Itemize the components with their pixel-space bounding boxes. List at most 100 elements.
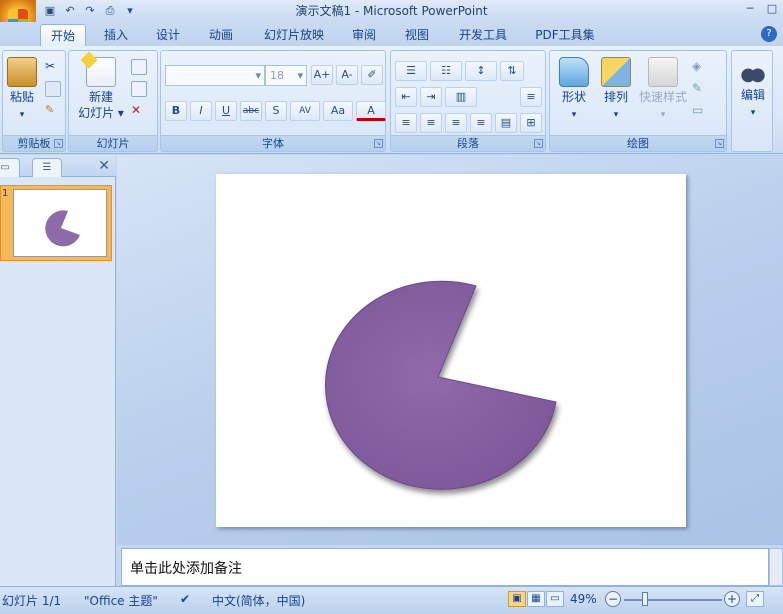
notes-placeholder[interactable]: 单击此处添加备注 xyxy=(130,558,242,578)
shape-fill-icon[interactable]: ◈ xyxy=(692,59,708,75)
slide-thumbnail-selected[interactable]: 1 xyxy=(0,185,112,261)
new-slide-label-1: 新建 xyxy=(88,90,113,104)
group-clipboard: 粘贴 ▾ ✂ ✎ 剪贴板 ↘ xyxy=(2,50,66,152)
notes-pane[interactable]: 单击此处添加备注 xyxy=(121,548,769,586)
theme-status: "Office 主题" xyxy=(84,594,158,608)
smartart-icon[interactable]: ⊞ xyxy=(520,113,542,133)
zoom-slider-thumb[interactable] xyxy=(642,592,648,606)
line-spacing-icon[interactable]: ↕ xyxy=(465,61,497,81)
zoom-level[interactable]: 49% xyxy=(570,592,597,606)
align-center-icon[interactable]: ≡ xyxy=(420,113,442,133)
drawing-launcher-icon[interactable]: ↘ xyxy=(715,139,724,148)
quick-styles-label: 快速样式 xyxy=(638,90,687,104)
group-drawing: 形状 ▾ 排列 ▾ 快速样式 ▾ ◈ ✎ ▭ 绘图 ↘ xyxy=(549,50,727,152)
normal-view-icon[interactable]: ▣ xyxy=(508,591,526,607)
increase-indent-icon[interactable]: ⇥ xyxy=(420,87,442,107)
slide-sorter-icon[interactable]: ▦ xyxy=(527,591,545,607)
tab-animation[interactable]: 动画 xyxy=(203,24,239,46)
clipboard-launcher-icon[interactable]: ↘ xyxy=(54,139,63,148)
justify-icon[interactable]: ≡ xyxy=(470,113,492,133)
tab-review[interactable]: 审阅 xyxy=(346,24,382,46)
bullets-icon[interactable]: ☰ xyxy=(395,61,427,81)
group-font: ▾ 18 ▾ A+ A- ✐ B I U abc S AV Aa A 字体 ↘ xyxy=(160,50,386,152)
paste-button[interactable]: 粘贴 ▾ xyxy=(5,57,39,123)
underline-icon[interactable]: U xyxy=(215,101,237,121)
italic-icon[interactable]: I xyxy=(190,101,212,121)
tab-slideshow[interactable]: 幻灯片放映 xyxy=(258,24,330,46)
tab-pdf-tools[interactable]: PDF工具集 xyxy=(530,24,600,46)
shrink-font-icon[interactable]: A- xyxy=(336,65,358,85)
paragraph-group-label: 段落 xyxy=(391,135,545,151)
edit-button[interactable]: 编辑 ▾ xyxy=(734,57,772,121)
shadow-icon[interactable]: S xyxy=(265,101,287,121)
tab-outline[interactable]: ☰ xyxy=(32,158,62,177)
layout-icon[interactable] xyxy=(131,59,147,75)
paragraph-launcher-icon[interactable]: ↘ xyxy=(534,139,543,148)
indent-row: ⇤ ⇥ ▥ ≡ xyxy=(395,87,542,107)
tab-home[interactable]: 开始 xyxy=(40,24,86,46)
zoom-slider-track[interactable] xyxy=(624,599,722,601)
arrange-icon xyxy=(601,57,631,87)
change-case-icon[interactable]: Aa xyxy=(323,101,353,121)
slide-count-status: 幻灯片 1/1 xyxy=(2,594,62,608)
slide-editing-area xyxy=(117,155,783,545)
zoom-in-icon[interactable]: + xyxy=(724,591,740,607)
maximize-icon[interactable]: □ xyxy=(761,0,783,18)
group-edit: 编辑 ▾ xyxy=(731,50,773,152)
new-slide-button[interactable]: 新建 幻灯片 ▾ xyxy=(75,51,127,121)
cut-icon[interactable]: ✂ xyxy=(45,59,61,75)
decrease-indent-icon[interactable]: ⇤ xyxy=(395,87,417,107)
panel-tabs: ▭ ☰ ✕ xyxy=(0,155,116,177)
shape-effects-icon[interactable]: ▭ xyxy=(692,103,708,119)
slideshow-view-icon[interactable]: ▭ xyxy=(546,591,564,607)
slides-group-label: 幻灯片 xyxy=(69,135,157,151)
clipboard-icon xyxy=(7,57,37,87)
columns-icon[interactable]: ▥ xyxy=(445,87,477,107)
window-title: 演示文稿1 - Microsoft PowerPoint xyxy=(295,4,488,18)
tab-insert[interactable]: 插入 xyxy=(98,24,134,46)
minimize-icon[interactable]: ─ xyxy=(739,0,761,18)
close-panel-icon[interactable]: ✕ xyxy=(98,158,110,174)
fit-to-window-icon[interactable]: ⤢ xyxy=(746,591,764,607)
clear-format-icon[interactable]: ✐ xyxy=(361,65,383,85)
align-right-icon[interactable]: ≡ xyxy=(445,113,467,133)
help-icon[interactable]: ? xyxy=(761,26,777,42)
tab-slides-thumbnails[interactable]: ▭ xyxy=(0,158,20,177)
font-size-value: 18 xyxy=(270,69,284,82)
text-direction-icon[interactable]: ⇅ xyxy=(500,61,524,81)
spell-check-icon[interactable]: ✔ xyxy=(180,592,190,606)
font-color-icon[interactable]: A xyxy=(356,101,386,121)
shape-outline-icon[interactable]: ✎ xyxy=(692,81,708,97)
language-status[interactable]: 中文(简体，中国) xyxy=(212,592,305,609)
window-controls: ─ □ xyxy=(739,0,783,18)
zoom-out-icon[interactable]: − xyxy=(605,591,621,607)
slide-canvas[interactable] xyxy=(216,174,686,527)
font-group-label: 字体 xyxy=(161,135,385,151)
tab-design[interactable]: 设计 xyxy=(150,24,186,46)
copy-icon[interactable] xyxy=(45,81,61,97)
pie-shape[interactable] xyxy=(216,174,686,527)
char-spacing-icon[interactable]: AV xyxy=(290,101,320,121)
font-size-combo[interactable]: 18 ▾ xyxy=(265,65,307,86)
align-text-icon[interactable]: ≡ xyxy=(520,87,542,107)
shapes-button[interactable]: 形状 ▾ xyxy=(554,57,594,123)
new-slide-label-2: 幻灯片 ▾ xyxy=(78,106,124,120)
tab-developer[interactable]: 开发工具 xyxy=(453,24,513,46)
arrange-button[interactable]: 排列 ▾ xyxy=(596,57,636,123)
font-launcher-icon[interactable]: ↘ xyxy=(374,139,383,148)
strikethrough-icon[interactable]: abc xyxy=(240,101,262,121)
reset-icon[interactable] xyxy=(131,81,147,97)
align-left-icon[interactable]: ≡ xyxy=(395,113,417,133)
slides-panel: ▭ ☰ ✕ 1 xyxy=(0,155,116,586)
notes-scrollbar[interactable] xyxy=(769,548,783,586)
distributed-icon[interactable]: ▤ xyxy=(495,113,517,133)
delete-slide-icon[interactable]: ✕ xyxy=(131,103,147,119)
quick-styles-button[interactable]: 快速样式 ▾ xyxy=(636,57,690,123)
grow-font-icon[interactable]: A+ xyxy=(311,65,333,85)
bold-icon[interactable]: B xyxy=(165,101,187,121)
tab-view[interactable]: 视图 xyxy=(399,24,435,46)
font-name-combo[interactable]: ▾ xyxy=(165,65,265,86)
format-painter-icon[interactable]: ✎ xyxy=(45,103,61,119)
numbering-icon[interactable]: ☷ xyxy=(430,61,462,81)
slide-thumbnail[interactable] xyxy=(13,189,107,257)
